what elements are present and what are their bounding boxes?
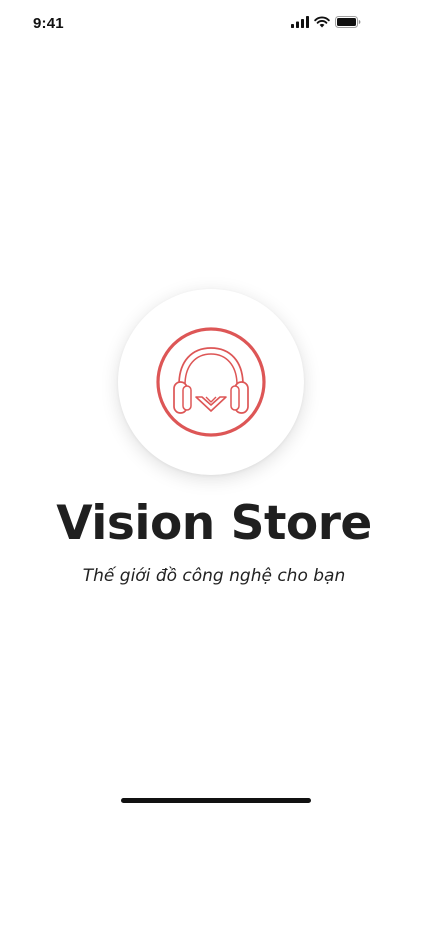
brand-tagline: Thế giới đồ công nghệ cho bạn: [82, 566, 346, 586]
home-indicator[interactable]: [121, 798, 311, 803]
status-icons: [291, 16, 361, 28]
logo-badge: [118, 289, 304, 475]
cellular-signal-icon: [291, 16, 309, 28]
status-time: 9:41: [33, 15, 64, 32]
wifi-icon: [314, 16, 330, 28]
status-bar: 9:41: [0, 0, 428, 46]
splash-screen: 9:41 Vision Store Thế giới đồ công nghệ …: [0, 0, 428, 926]
brand-title: Vision Store: [56, 496, 372, 551]
headphones-v-logo-icon: [154, 325, 268, 439]
battery-icon: [335, 16, 361, 28]
